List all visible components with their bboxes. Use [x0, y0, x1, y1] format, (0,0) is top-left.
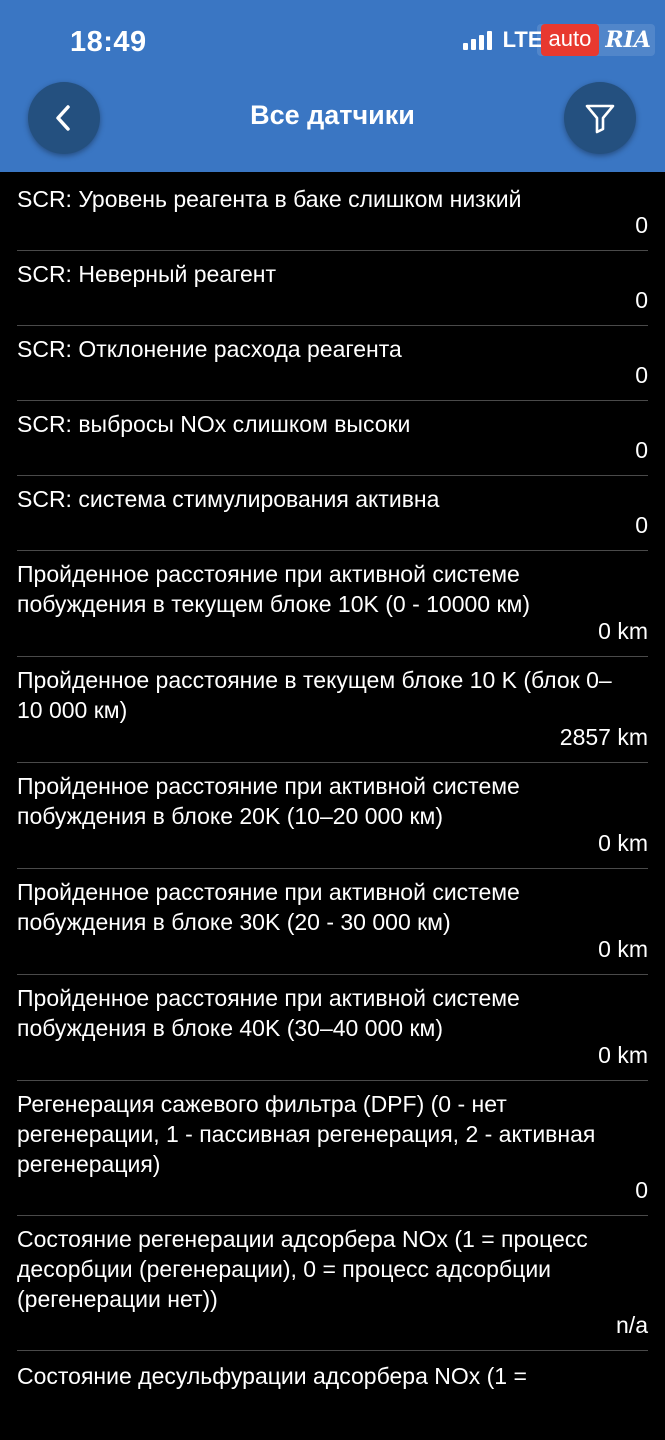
sensor-row[interactable]: Регенерация сажевого фильтра (DPF) (0 - … — [17, 1081, 648, 1216]
sensor-row[interactable]: SCR: Уровень реагента в баке слишком низ… — [17, 176, 648, 251]
sensor-value: 0 km — [598, 1042, 648, 1068]
sensor-label: SCR: Отклонение расхода реагента — [17, 336, 402, 362]
sensor-row[interactable]: SCR: система стимулирования активна 0 — [17, 476, 648, 551]
sensor-row[interactable]: Состояние регенерации адсорбера NOx (1 =… — [17, 1216, 648, 1351]
status-icons: LTE auto RIA — [462, 18, 655, 62]
screen: 18:49 LTE auto RIA Все датчики SCR: Уров… — [0, 0, 665, 1440]
sensor-row[interactable]: Состояние десульфурации адсорбера NOx (1… — [17, 1351, 648, 1391]
sensor-row[interactable]: SCR: Отклонение расхода реагента 0 — [17, 326, 648, 401]
sensor-row[interactable]: Пройденное расстояние при активной систе… — [17, 975, 648, 1081]
sensor-value: 0 — [635, 287, 648, 313]
sensor-label: SCR: Неверный реагент — [17, 261, 277, 287]
sensor-label: Состояние регенерации адсорбера NOx (1 =… — [17, 1226, 588, 1312]
sensor-row[interactable]: SCR: выбросы NOx слишком высоки 0 — [17, 401, 648, 476]
filter-button[interactable] — [564, 82, 636, 154]
status-time: 18:49 — [70, 26, 147, 58]
sensor-row[interactable]: Пройденное расстояние в текущем блоке 10… — [17, 657, 648, 763]
sensor-row[interactable]: Пройденное расстояние при активной систе… — [17, 763, 648, 869]
sensor-label: SCR: Уровень реагента в баке слишком низ… — [17, 186, 522, 212]
sensor-label: SCR: выбросы NOx слишком высоки — [17, 411, 411, 437]
sensor-value: 0 — [635, 1177, 648, 1203]
sensor-value: 0 km — [598, 936, 648, 962]
sensor-value: 0 km — [598, 830, 648, 856]
sensor-value: 0 km — [598, 618, 648, 644]
sensor-value: 2857 km — [559, 724, 648, 750]
sensor-list[interactable]: SCR: Уровень реагента в баке слишком низ… — [0, 176, 665, 1391]
sensor-label: Пройденное расстояние при активной систе… — [17, 561, 531, 617]
signal-icon — [462, 30, 495, 50]
sensor-value: 0 — [635, 437, 648, 463]
watermark-ria: RIA — [605, 27, 651, 53]
sensor-value: 0 — [635, 362, 648, 388]
sensor-label: Пройденное расстояние при активной систе… — [17, 985, 520, 1041]
sensor-label: Пройденное расстояние в текущем блоке 10… — [17, 667, 612, 723]
watermark-auto: auto — [540, 24, 600, 56]
sensor-label: Пройденное расстояние при активной систе… — [17, 773, 520, 829]
sensor-value: n/a — [616, 1312, 648, 1338]
sensor-label: Состояние десульфурации адсорбера NOx (1… — [17, 1363, 527, 1389]
filter-icon — [585, 104, 615, 134]
sensor-row[interactable]: SCR: Неверный реагент 0 — [17, 251, 648, 326]
sensor-row[interactable]: Пройденное расстояние при активной систе… — [17, 551, 648, 657]
watermark-logo: auto RIA — [536, 24, 655, 56]
sensor-label: Регенерация сажевого фильтра (DPF) (0 - … — [17, 1091, 596, 1177]
sensor-value: 0 — [635, 512, 648, 538]
sensor-label: Пройденное расстояние при активной систе… — [17, 879, 520, 935]
sensor-value: 0 — [635, 212, 648, 238]
sensor-label: SCR: система стимулирования активна — [17, 486, 440, 512]
sensor-row[interactable]: Пройденное расстояние при активной систе… — [17, 869, 648, 975]
app-header: 18:49 LTE auto RIA Все датчики — [0, 0, 665, 172]
